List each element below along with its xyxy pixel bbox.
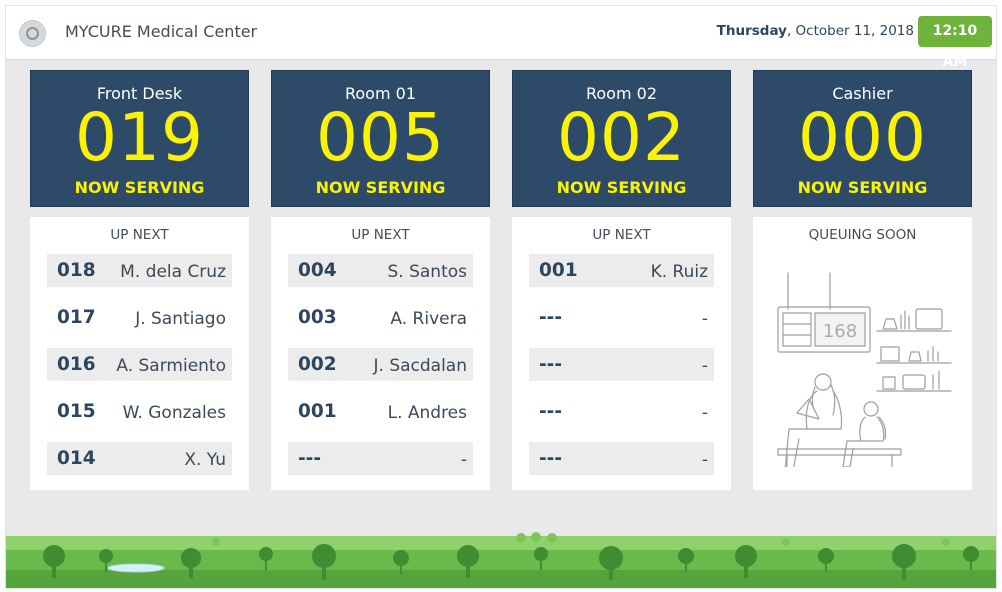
now-serving-number: 000 — [798, 99, 927, 176]
clock-badge: 12:10 AM — [918, 16, 992, 70]
patient-name: - — [701, 356, 708, 376]
counter-cashier: Cashier 000 NOW SERVING QUEUING SOON 168 — [753, 70, 972, 490]
queue-row: --- - — [529, 442, 714, 475]
now-serving-number: 002 — [557, 99, 686, 176]
queue-row: 001 L. Andres — [288, 395, 473, 428]
patient-name: - — [701, 309, 708, 329]
now-serving-label: NOW SERVING — [797, 178, 928, 197]
grass-landscape-decoration — [6, 532, 996, 588]
queue-row: 015 W. Gonzales — [47, 395, 232, 428]
queue-row: 003 A. Rivera — [288, 301, 473, 334]
queue-number: 001 — [298, 401, 337, 422]
queue-display-screen: MYCURE Medical Center Thursday, October … — [5, 5, 997, 589]
queue-number: --- — [539, 354, 563, 375]
patient-name: - — [701, 450, 708, 470]
now-serving-panel: Room 01 005 NOW SERVING — [271, 70, 490, 207]
up-next-heading: UP NEXT — [592, 227, 651, 243]
queue-number: 014 — [57, 448, 96, 469]
now-serving-label: NOW SERVING — [74, 178, 205, 197]
clinic-name: MYCURE Medical Center — [65, 22, 258, 41]
queue-row: 001 K. Ruiz — [529, 254, 714, 287]
queue-row: --- - — [529, 395, 714, 428]
now-serving-number: 019 — [75, 99, 204, 176]
patient-name: A. Sarmiento — [116, 356, 226, 376]
patient-name: J. Santiago — [135, 309, 226, 329]
queue-number: 016 — [57, 354, 96, 375]
counter-room-01: Room 01 005 NOW SERVING UP NEXT 004 S. Sa… — [271, 70, 490, 490]
waiting-room-illustration: 168 — [777, 272, 952, 467]
queue-number: 015 — [57, 401, 96, 422]
queue-number: 002 — [298, 354, 337, 375]
now-serving-number: 005 — [316, 99, 445, 176]
queue-number: 004 — [298, 260, 337, 281]
queue-row: --- - — [529, 301, 714, 334]
patient-name: - — [460, 450, 467, 470]
current-day: Thursday — [716, 23, 787, 39]
queue-number: 018 — [57, 260, 96, 281]
queuing-soon-heading: QUEUING SOON — [808, 227, 917, 243]
current-date-text: , October 11, 2018 — [786, 23, 914, 39]
patient-name: A. Rivera — [390, 309, 467, 329]
up-next-list: UP NEXT 001 K. Ruiz --- - --- - --- - --- - — [512, 217, 731, 490]
patient-name: - — [701, 403, 708, 423]
queue-row: 018 M. dela Cruz — [47, 254, 232, 287]
now-serving-panel: Room 02 002 NOW SERVING — [512, 70, 731, 207]
queue-row: 017 J. Santiago — [47, 301, 232, 334]
up-next-list: UP NEXT 018 M. dela Cruz 017 J. Santiago 0… — [30, 217, 249, 490]
up-next-list: UP NEXT 004 S. Santos 003 A. Rivera 002 J. … — [271, 217, 490, 490]
counter-room-02: Room 02 002 NOW SERVING UP NEXT 001 K. Ru… — [512, 70, 731, 490]
patient-name: M. dela Cruz — [120, 262, 226, 282]
queue-row: --- - — [288, 442, 473, 475]
patient-name: W. Gonzales — [122, 403, 226, 423]
queue-row: 016 A. Sarmiento — [47, 348, 232, 381]
queue-number: 017 — [57, 307, 96, 328]
queue-row: 002 J. Sacdalan — [288, 348, 473, 381]
queue-number: 003 — [298, 307, 337, 328]
now-serving-panel: Front Desk 019 NOW SERVING — [30, 70, 249, 207]
queue-number: --- — [539, 307, 563, 328]
now-serving-label: NOW SERVING — [556, 178, 687, 197]
patient-name: K. Ruiz — [650, 262, 708, 282]
clinic-logo — [19, 20, 46, 47]
patient-name: S. Santos — [387, 262, 467, 282]
up-next-heading: UP NEXT — [351, 227, 410, 243]
queue-row: 004 S. Santos — [288, 254, 473, 287]
illustration-number: 168 — [823, 321, 857, 342]
patient-name: X. Yu — [184, 450, 226, 470]
counter-front-desk: Front Desk 019 NOW SERVING UP NEXT 018 M.… — [30, 70, 249, 490]
queue-number: --- — [539, 448, 563, 469]
queue-number: --- — [539, 401, 563, 422]
now-serving-panel: Cashier 000 NOW SERVING — [753, 70, 972, 207]
queue-number: --- — [298, 448, 322, 469]
up-next-heading: UP NEXT — [110, 227, 169, 243]
current-date: Thursday, October 11, 2018 — [717, 23, 914, 39]
header-bar: MYCURE Medical Center Thursday, October … — [6, 6, 996, 70]
queue-row: --- - — [529, 348, 714, 381]
queue-number: 001 — [539, 260, 578, 281]
queuing-soon-panel: QUEUING SOON 168 — [753, 217, 972, 490]
queue-row: 014 X. Yu — [47, 442, 232, 475]
patient-name: J. Sacdalan — [373, 356, 468, 376]
patient-name: L. Andres — [387, 403, 467, 423]
now-serving-label: NOW SERVING — [315, 178, 446, 197]
